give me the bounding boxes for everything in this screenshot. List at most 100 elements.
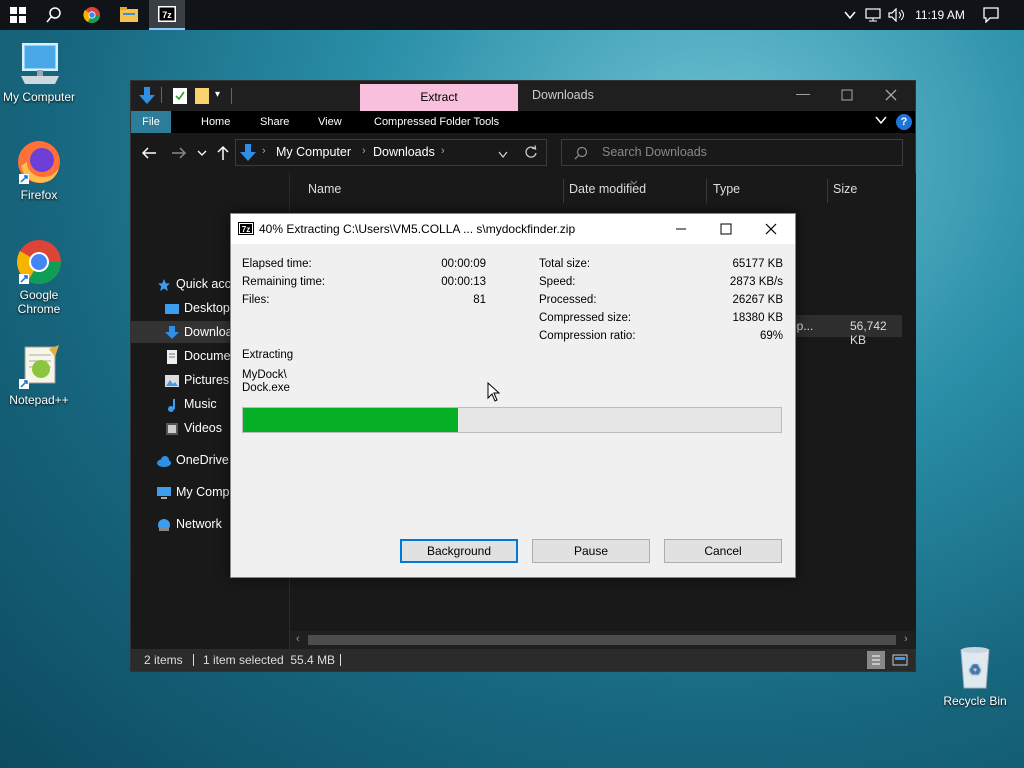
breadcrumb-downloads[interactable]: Downloads — [373, 145, 435, 159]
status-selection: 1 item selected 55.4 MB — [203, 653, 336, 667]
notification-icon[interactable] — [980, 0, 1002, 30]
tab-view[interactable]: View — [310, 111, 350, 133]
svg-text:7z: 7z — [242, 225, 250, 234]
desktop-icon-label: Google Chrome — [17, 288, 61, 316]
firefox-icon — [15, 138, 63, 186]
background-button[interactable]: Background — [400, 539, 518, 563]
status-item-count: 2 items — [144, 653, 183, 667]
extraction-progress-dialog: 7z 40% Extracting C:\Users\VM5.COLLA ...… — [230, 213, 796, 578]
download-arrow-icon[interactable] — [139, 87, 155, 108]
tab-compressed-folder-tools[interactable]: Compressed Folder Tools — [366, 111, 507, 133]
network-icon[interactable] — [864, 0, 882, 30]
total-size-label: Total size: — [539, 258, 591, 270]
start-button[interactable] — [0, 0, 36, 30]
desktop-icon-my-computer[interactable]: My Computer — [1, 40, 77, 104]
maximize-button[interactable] — [716, 219, 736, 239]
column-divider[interactable] — [563, 179, 564, 203]
desktop-icon — [165, 301, 179, 315]
window-title: Downloads — [532, 88, 594, 102]
desktop-icon-notepad-plus-plus[interactable]: Notepad++ — [1, 343, 77, 407]
desktop-icon-recycle-bin[interactable]: ♻ Recycle Bin — [937, 644, 1013, 708]
svg-text:7z: 7z — [162, 10, 172, 20]
large-icons-view-button[interactable] — [891, 651, 909, 669]
documents-icon — [165, 349, 179, 364]
minimize-button[interactable] — [671, 219, 691, 239]
clock[interactable]: 11:19 AM — [910, 0, 970, 30]
7zip-taskbar-button[interactable]: 7z — [149, 0, 185, 30]
total-size-value: 65177 KB — [732, 258, 783, 270]
tab-share[interactable]: Share — [252, 111, 297, 133]
desktop-icon-google-chrome[interactable]: Google Chrome — [1, 238, 77, 316]
tab-file[interactable]: File — [131, 111, 171, 133]
details-view-button[interactable] — [867, 651, 885, 669]
windows-icon — [10, 7, 26, 23]
expand-ribbon-icon[interactable] — [875, 114, 887, 129]
nav-label: Network — [176, 517, 222, 531]
search-placeholder: Search Downloads — [602, 145, 707, 159]
search-button[interactable] — [36, 0, 72, 30]
status-divider — [340, 654, 341, 666]
forward-button[interactable] — [171, 145, 187, 164]
volume-icon[interactable] — [887, 0, 907, 30]
speed-label: Speed: — [539, 276, 576, 288]
sort-chevron-icon — [630, 175, 638, 189]
scrollbar-thumb[interactable] — [308, 635, 896, 645]
refresh-icon[interactable] — [524, 145, 538, 162]
column-divider[interactable] — [827, 179, 828, 203]
back-button[interactable] — [141, 145, 157, 164]
column-size[interactable]: Size — [833, 173, 857, 205]
properties-icon[interactable] — [173, 88, 187, 107]
desktop-icon-label: Recycle Bin — [943, 694, 1007, 708]
column-name[interactable]: Name — [308, 173, 341, 205]
address-bar[interactable]: › My Computer › Downloads › — [235, 139, 547, 166]
up-button[interactable] — [216, 145, 230, 164]
breadcrumb-my-computer[interactable]: My Computer — [276, 145, 351, 159]
nav-network[interactable]: Network — [157, 513, 222, 535]
explorer-title-bar[interactable]: ▾ Extract Downloads — — [131, 81, 915, 111]
address-dropdown-icon[interactable] — [498, 148, 508, 162]
chevron-up-icon[interactable] — [842, 0, 858, 30]
scroll-right-icon[interactable]: › — [904, 633, 908, 645]
notepad-plus-plus-icon — [15, 343, 63, 391]
nav-label: Pictures — [184, 373, 230, 387]
cancel-button[interactable]: Cancel — [664, 539, 782, 563]
dialog-title-bar[interactable]: 7z 40% Extracting C:\Users\VM5.COLLA ...… — [231, 214, 795, 244]
nav-onedrive[interactable]: OneDrive — [157, 449, 229, 471]
files-label: Files: — [242, 294, 270, 306]
customize-toolbar-icon[interactable]: ▾ — [215, 89, 220, 100]
ribbon-tabs: File Home Share View Compressed Folder T… — [131, 111, 915, 133]
chevron-right-icon: › — [441, 145, 445, 157]
horizontal-scrollbar[interactable]: ‹ › — [290, 631, 916, 649]
help-icon[interactable]: ? — [896, 114, 912, 130]
close-button[interactable] — [881, 85, 901, 105]
nav-label: Desktop — [184, 301, 230, 315]
column-divider[interactable] — [706, 179, 707, 203]
elapsed-time-value: 00:00:09 — [441, 258, 486, 270]
processed-label: Processed: — [539, 294, 597, 306]
search-box[interactable]: Search Downloads — [561, 139, 903, 166]
minimize-button[interactable]: — — [793, 85, 813, 105]
taskbar: 7z 11:19 AM — [0, 0, 1024, 30]
progress-bar-fill — [243, 408, 458, 432]
new-folder-icon[interactable] — [195, 88, 209, 107]
close-button[interactable] — [761, 219, 781, 239]
chrome-taskbar-button[interactable] — [74, 0, 110, 30]
file-explorer-taskbar-button[interactable] — [111, 0, 147, 30]
scroll-left-icon[interactable]: ‹ — [296, 633, 300, 645]
desktop-icon-firefox[interactable]: Firefox — [1, 138, 77, 202]
address-toolbar: › My Computer › Downloads › Search Downl… — [131, 133, 915, 173]
recent-locations-button[interactable] — [197, 147, 207, 161]
pause-button[interactable]: Pause — [532, 539, 650, 563]
file-size-cell: 56,742 KB — [850, 319, 887, 347]
cloud-icon — [157, 453, 171, 467]
desktop-icon-label: Notepad++ — [9, 393, 69, 407]
divider — [161, 87, 162, 103]
7zip-icon: 7z — [158, 6, 176, 22]
tab-home[interactable]: Home — [193, 111, 238, 133]
star-icon — [157, 277, 171, 291]
downloads-icon — [165, 325, 179, 339]
column-type[interactable]: Type — [713, 173, 740, 205]
remaining-time-value: 00:00:13 — [441, 276, 486, 288]
context-tab-extract[interactable]: Extract — [360, 84, 518, 111]
maximize-button[interactable] — [837, 85, 857, 105]
